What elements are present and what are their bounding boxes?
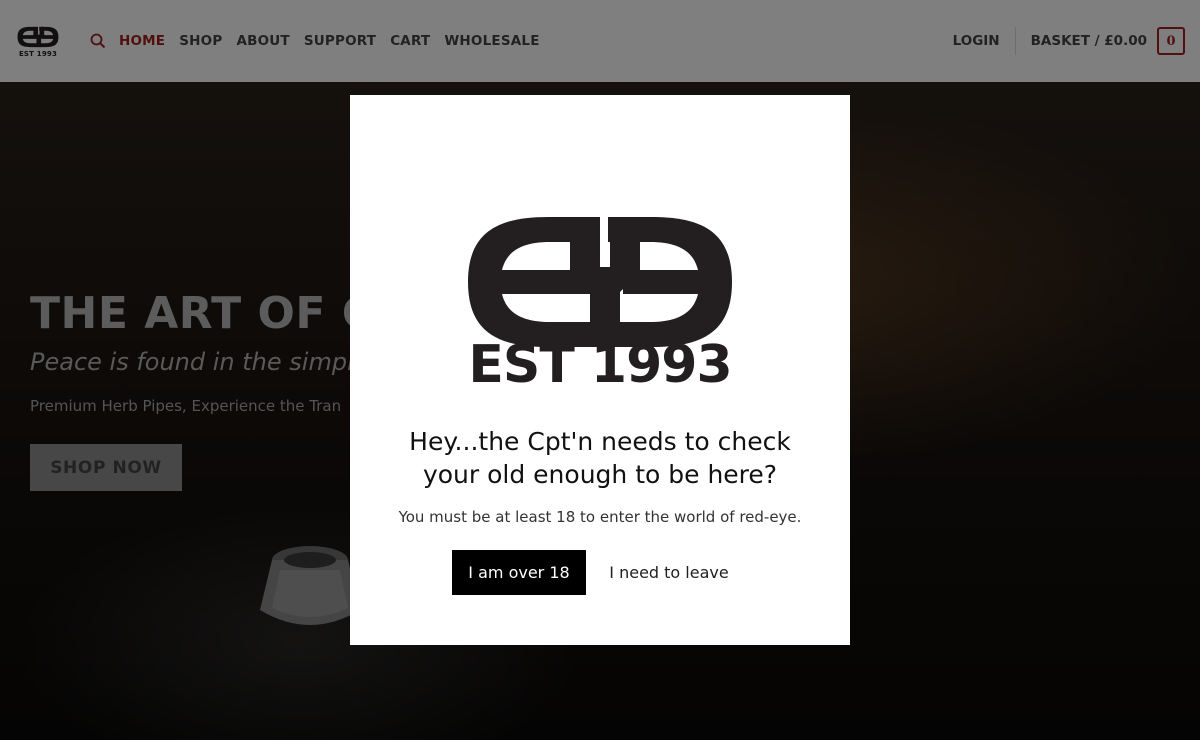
leave-button[interactable]: I need to leave bbox=[602, 550, 736, 595]
modal-est-text: EST 1993 bbox=[468, 335, 732, 395]
modal-text: You must be at least 18 to enter the wor… bbox=[398, 508, 802, 526]
age-verification-modal: EST 1993 Hey...the Cpt'n needs to check … bbox=[350, 95, 850, 645]
confirm-age-button[interactable]: I am over 18 bbox=[452, 550, 586, 595]
modal-heading-line2: your old enough to be here? bbox=[422, 460, 778, 489]
modal-heading: Hey...the Cpt'n needs to check your old … bbox=[380, 425, 820, 491]
modal-heading-line1: Hey...the Cpt'n needs to check bbox=[409, 427, 791, 456]
